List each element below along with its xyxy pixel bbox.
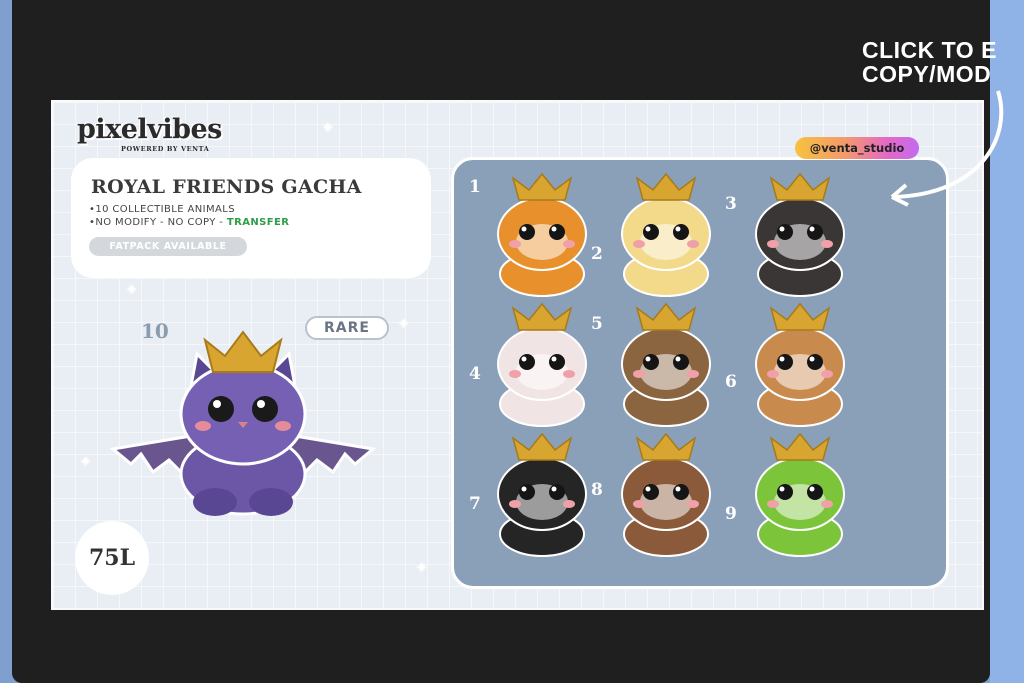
collection-item-duck: 2: [591, 172, 731, 302]
feature-text: NO MODIFY - NO COPY -: [95, 217, 224, 228]
feature-line-1: •10 COLLECTIBLE ANIMALS: [89, 204, 235, 215]
item-number: 1: [469, 177, 481, 197]
panda-plush: [755, 172, 845, 297]
collection-item-lion: 1: [469, 172, 607, 302]
collection-item-lamb: 4: [469, 302, 607, 432]
overlay-line-1: CLICK TO E: [862, 37, 997, 63]
lion-plush: [497, 172, 587, 297]
frog-plush: [755, 432, 845, 557]
penguin-plush: [497, 432, 587, 557]
brand-logo: pixelvibes: [77, 114, 222, 145]
item-number: 5: [591, 314, 603, 334]
product-title: ROYAL FRIENDS GACHA: [91, 176, 362, 198]
item-number: 3: [725, 194, 737, 214]
item-number: 8: [591, 480, 603, 500]
item-number: 2: [591, 244, 603, 264]
collection-item-bear: 6: [725, 302, 865, 432]
owl-plush: [621, 302, 711, 427]
overlay-line-2: COPY/MOD: [862, 61, 992, 87]
item-number: 4: [469, 364, 481, 384]
product-poster: pixelvibes POWERED BY VENTA ✦ ✦ ✦ ✦ ✦ RO…: [51, 100, 984, 610]
collection-item-penguin: 7: [469, 432, 607, 562]
sparkle-icon: ✦: [321, 118, 335, 137]
copy-mod-overlay[interactable]: CLICK TO E COPY/MOD: [862, 38, 997, 86]
sparkle-icon: ✦: [125, 280, 139, 299]
feature-line-2: •NO MODIFY - NO COPY - TRANSFER: [89, 217, 290, 228]
fatpack-badge: FATPACK AVAILABLE: [89, 237, 247, 256]
collection-item-frog: 9: [725, 432, 865, 562]
duck-plush: [621, 172, 711, 297]
product-info-card: ROYAL FRIENDS GACHA •10 COLLECTIBLE ANIM…: [71, 158, 431, 278]
sparkle-icon: ✦: [415, 558, 429, 577]
collection-item-otter: 8: [591, 432, 731, 562]
transfer-label: TRANSFER: [226, 217, 290, 228]
feature-text: 10 COLLECTIBLE ANIMALS: [95, 204, 235, 215]
item-number: 7: [469, 494, 481, 514]
item-number: 6: [725, 372, 737, 392]
pointer-arrow-icon: [890, 90, 1004, 207]
sparkle-icon: ✦: [79, 452, 93, 471]
lamb-plush: [497, 302, 587, 427]
otter-plush: [621, 432, 711, 557]
featured-bat-plush: [109, 330, 377, 516]
collection-item-panda: 3: [725, 172, 865, 302]
item-number: 9: [725, 504, 737, 524]
brand-tagline: POWERED BY VENTA: [121, 145, 210, 153]
collection-item-owl: 5: [591, 302, 731, 432]
sparkle-icon: ✦: [397, 314, 411, 333]
bear-plush: [755, 302, 845, 427]
image-viewer: pixelvibes POWERED BY VENTA ✦ ✦ ✦ ✦ ✦ RO…: [12, 0, 1004, 683]
price-badge: 75L: [75, 521, 149, 595]
